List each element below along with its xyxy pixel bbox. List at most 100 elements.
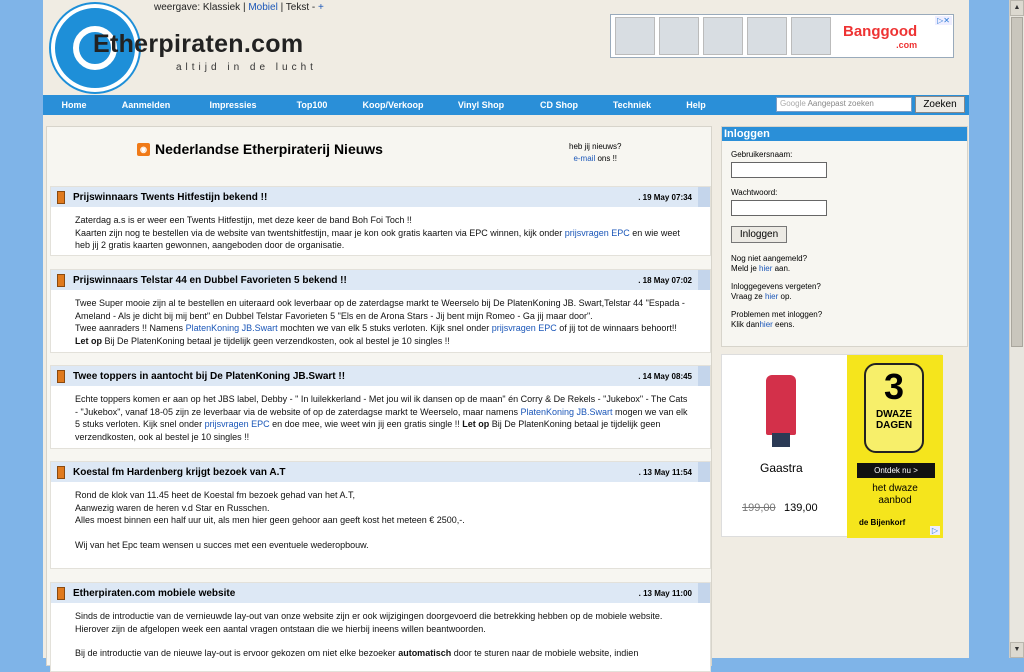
ad-product-thumb[interactable] xyxy=(615,17,655,55)
ontdek-nu-button[interactable]: Ontdek nu > xyxy=(857,463,935,478)
password-field[interactable] xyxy=(731,200,827,216)
login-button[interactable]: Inloggen xyxy=(731,226,787,243)
tip-suffix: ons !! xyxy=(597,154,618,163)
view-classic[interactable]: Klassiek xyxy=(203,2,240,13)
news-item-body: Rond de klok van 11.45 heet de Koestal f… xyxy=(75,490,465,551)
ad-promo-panel[interactable]: 3 DWAZE DAGEN Ontdek nu > het dwaze aanbo… xyxy=(847,355,943,538)
rss-icon[interactable]: ◉ xyxy=(137,142,150,156)
document-icon xyxy=(57,465,65,479)
news-item-date: . 19 May 07:34 xyxy=(638,192,692,202)
document-icon xyxy=(57,369,65,383)
register-link[interactable]: hier xyxy=(759,264,772,273)
news-item: Prijswinnaars Telstar 44 en Dubbel Favor… xyxy=(50,269,711,353)
view-plus-link[interactable]: + xyxy=(318,2,324,13)
news-item-title[interactable]: Prijswinnaars Twents Hitfestijn bekend !… xyxy=(73,192,638,203)
forgot-question: Inloggegevens vergeten? xyxy=(731,282,821,291)
main-nav: Home Aanmelden Impressies Top100 Koop/Ve… xyxy=(43,95,969,115)
ad-product-thumb[interactable] xyxy=(747,17,787,55)
problems-link[interactable]: hier xyxy=(759,320,772,329)
news-item-header[interactable]: Koestal fm Hardenberg krijgt bezoek van … xyxy=(51,462,710,482)
news-item-body: Twee Super mooie zijn al te bestellen en… xyxy=(75,298,685,347)
logo-text: Etherpiraten.com xyxy=(93,30,304,58)
ad-product-name[interactable]: Gaastra xyxy=(760,461,803,475)
adchoices-icon[interactable]: ▷ xyxy=(929,526,940,535)
nav-aanmelden[interactable]: Aanmelden xyxy=(105,100,187,110)
news-item-body: Echte toppers komen er aan op het JBS la… xyxy=(75,394,688,443)
news-item: Etherpiraten.com mobiele website . 13 Ma… xyxy=(50,582,711,672)
tip-email-link[interactable]: e-mail xyxy=(573,154,595,163)
nav-vinyl-shop[interactable]: Vinyl Shop xyxy=(441,100,521,110)
platenkoning-link[interactable]: PlatenKoning JB.Swart xyxy=(520,407,612,417)
news-panel: ◉ Nederlandse Etherpiraterij Nieuws heb … xyxy=(46,126,712,672)
nav-techniek[interactable]: Techniek xyxy=(597,100,667,110)
nav-koop-verkoop[interactable]: Koop/Verkoop xyxy=(345,100,441,110)
vertical-scrollbar[interactable]: ▲ ▼ xyxy=(1009,0,1024,658)
jacket-image[interactable] xyxy=(766,375,796,435)
news-item-body: Sinds de introductie van de vernieuwde l… xyxy=(75,611,663,659)
news-item-header[interactable]: Etherpiraten.com mobiele website . 13 Ma… xyxy=(51,583,710,603)
tip-text: heb jij nieuws? xyxy=(569,142,622,151)
scroll-up-icon[interactable]: ▲ xyxy=(1010,0,1024,16)
username-field[interactable] xyxy=(731,162,827,178)
news-item-body: Zaterdag a.s is er weer een Twents Hitfe… xyxy=(75,215,680,251)
adchoices-icon[interactable]: ▷✕ xyxy=(935,16,952,25)
view-mobile-link[interactable]: Mobiel xyxy=(248,2,277,13)
news-item-title[interactable]: Prijswinnaars Telstar 44 en Dubbel Favor… xyxy=(73,275,638,286)
prijsvragen-link[interactable]: prijsvragen EPC xyxy=(565,228,630,238)
prijsvragen-link[interactable]: prijsvragen EPC xyxy=(492,323,557,333)
register-question: Nog niet aangemeld? xyxy=(731,254,808,263)
news-item: Twee toppers in aantocht bij De PlatenKo… xyxy=(50,365,711,449)
news-heading: ◉ Nederlandse Etherpiraterij Nieuws xyxy=(137,141,383,157)
news-item-title[interactable]: Koestal fm Hardenberg krijgt bezoek van … xyxy=(73,467,639,478)
ad-old-price: 199,00 xyxy=(742,502,776,514)
news-item-header[interactable]: Twee toppers in aantocht bij De PlatenKo… xyxy=(51,366,710,386)
ad-brand[interactable]: Banggood .com xyxy=(843,23,917,50)
view-text[interactable]: Tekst xyxy=(286,2,309,13)
news-item-title[interactable]: Etherpiraten.com mobiele website xyxy=(73,588,639,599)
product-image-legs xyxy=(772,433,790,447)
username-label: Gebruikersnaam: xyxy=(731,150,793,159)
ad-product-thumb[interactable] xyxy=(791,17,831,55)
news-item-header[interactable]: Prijswinnaars Twents Hitfestijn bekend !… xyxy=(51,187,710,207)
platenkoning-link[interactable]: PlatenKoning JB.Swart xyxy=(186,323,278,333)
nav-top100[interactable]: Top100 xyxy=(279,100,345,110)
ad-product-thumb[interactable] xyxy=(703,17,743,55)
nav-impressies[interactable]: Impressies xyxy=(187,100,279,110)
nav-home[interactable]: Home xyxy=(43,100,105,110)
google-label: Google xyxy=(780,99,806,108)
prijsvragen-link[interactable]: prijsvragen EPC xyxy=(205,419,270,429)
news-item-date: . 18 May 07:02 xyxy=(638,275,692,285)
news-item-header[interactable]: Prijswinnaars Telstar 44 en Dubbel Favor… xyxy=(51,270,710,290)
login-heading: Inloggen xyxy=(722,127,967,141)
nav-help[interactable]: Help xyxy=(667,100,725,110)
news-item: Prijswinnaars Twents Hitfestijn bekend !… xyxy=(50,186,711,256)
password-label: Wachtwoord: xyxy=(731,188,778,197)
ad-promo-text: het dwaze aanbod xyxy=(872,483,918,506)
news-item-date: . 14 May 08:45 xyxy=(638,371,692,381)
page: Etherpiraten.com altijd in de lucht weer… xyxy=(43,0,969,672)
news-tip: heb jij nieuws? e-mail ons !! xyxy=(569,141,621,165)
scroll-down-icon[interactable]: ▼ xyxy=(1010,642,1024,658)
scrollbar-thumb[interactable] xyxy=(1011,17,1023,347)
logo-tagline: altijd in de lucht xyxy=(176,62,317,73)
search-button[interactable]: Zoeken xyxy=(915,96,965,113)
news-item-date: . 13 May 11:54 xyxy=(638,467,692,477)
news-item: Koestal fm Hardenberg krijgt bezoek van … xyxy=(50,461,711,569)
problems-question: Problemen met inloggen? xyxy=(731,310,823,319)
nav-cd-shop[interactable]: CD Shop xyxy=(521,100,597,110)
news-item-title[interactable]: Twee toppers in aantocht bij De PlatenKo… xyxy=(73,371,638,382)
ad-new-price: 139,00 xyxy=(784,502,818,514)
hexagon-badge-icon: 3 DWAZE DAGEN xyxy=(864,363,924,453)
document-icon xyxy=(57,273,65,287)
bijenkorf-ad[interactable]: Gaastra 199,00 139,00 3 DWAZE DAGEN Ontd… xyxy=(721,354,943,538)
login-panel: Inloggen Gebruikersnaam: Wachtwoord: Inl… xyxy=(721,126,968,347)
forgot-link[interactable]: hier xyxy=(765,292,778,301)
document-icon xyxy=(57,190,65,204)
view-switcher: weergave: Klassiek | Mobiel | Tekst - + xyxy=(154,2,324,13)
banggood-ad-banner[interactable]: Banggood .com ▷✕ xyxy=(610,14,954,58)
site-logo[interactable]: Etherpiraten.com altijd in de lucht xyxy=(51,4,341,94)
document-icon xyxy=(57,586,65,600)
news-item-date: . 13 May 11:00 xyxy=(638,588,692,598)
search-input[interactable]: Google Aangepast zoeken xyxy=(776,97,912,112)
ad-product-thumb[interactable] xyxy=(659,17,699,55)
